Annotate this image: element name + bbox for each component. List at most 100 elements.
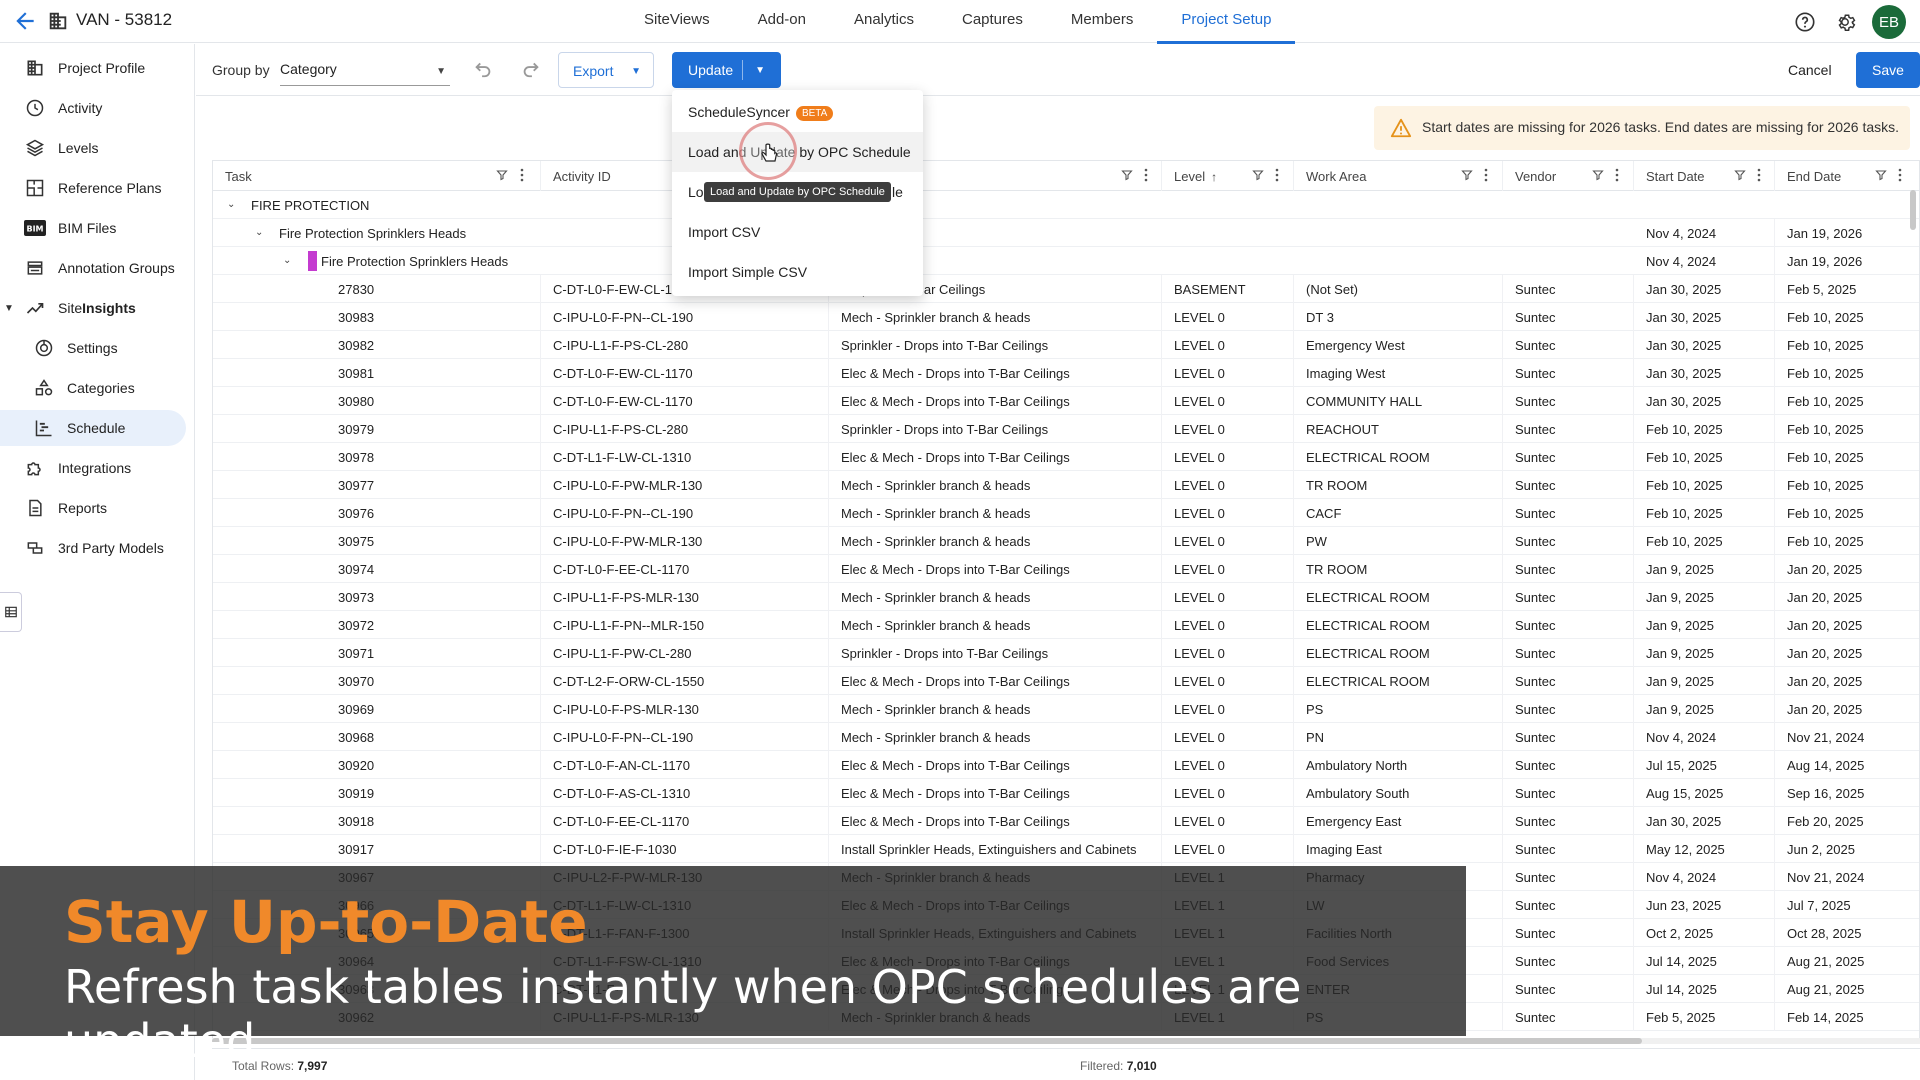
column-menu-icon[interactable] (1897, 168, 1903, 182)
table-row[interactable]: 30982 C-IPU-L1-F-PS-CL-280 Sprinkler - Dro… (213, 331, 1919, 359)
table-row[interactable]: 30976 C-IPU-L0-F-PN--CL-190 Mech - Sprinkl… (213, 499, 1919, 527)
help-icon[interactable] (1792, 9, 1818, 35)
column-header-level[interactable]: Level ↑ (1162, 161, 1294, 191)
vertical-scrollbar[interactable] (1910, 190, 1916, 230)
start-date-cell: Jan 30, 2025 (1634, 275, 1775, 303)
report-icon (24, 497, 46, 519)
start-date-cell: Jan 9, 2025 (1634, 611, 1775, 639)
start-date-cell: Nov 4, 2024 (1634, 247, 1775, 275)
column-menu-icon[interactable] (1483, 168, 1489, 182)
table-row[interactable]: 30920 C-DT-L0-F-AN-CL-1170 Elec & Mech - D… (213, 751, 1919, 779)
column-menu-icon[interactable] (1143, 168, 1149, 182)
menu-item-load-update-opc[interactable]: Load and Update by OPC Schedule (672, 132, 923, 172)
table-row[interactable]: 30971 C-IPU-L1-F-PW-CL-280 Sprinkler - Dro… (213, 639, 1919, 667)
sidebar-item-settings[interactable]: Settings (0, 330, 190, 366)
chevron-down-icon[interactable]: ⌄ (255, 227, 263, 238)
sidebar-item-integrations[interactable]: Integrations (0, 450, 190, 486)
column-menu-icon[interactable] (519, 168, 525, 182)
group-row[interactable]: ⌄ FIRE PROTECTION (213, 191, 1919, 219)
table-row[interactable]: 30977 C-IPU-L0-F-PW-MLR-130 Mech - Sprinkl… (213, 471, 1919, 499)
redo-icon[interactable] (520, 57, 544, 81)
table-row[interactable]: 30978 C-DT-L1-F-LW-CL-1310 Elec & Mech - D… (213, 443, 1919, 471)
sidebar-item-annotation-groups[interactable]: Annotation Groups (0, 250, 190, 286)
table-row[interactable]: 30917 C-DT-L0-F-IE-F-1030 Install Sprinkle… (213, 835, 1919, 863)
table-row[interactable]: 30919 C-DT-L0-F-AS-CL-1310 Elec & Mech - D… (213, 779, 1919, 807)
filter-icon[interactable] (1734, 169, 1746, 181)
table-row[interactable]: 30981 C-DT-L0-F-EW-CL-1170 Elec & Mech - D… (213, 359, 1919, 387)
column-menu-icon[interactable] (1274, 168, 1280, 182)
sidebar-item-reports[interactable]: Reports (0, 490, 190, 526)
sidebar-item-categories[interactable]: Categories (0, 370, 190, 406)
column-header-vendor[interactable]: Vendor (1503, 161, 1634, 191)
table-row[interactable]: 30979 C-IPU-L1-F-PS-CL-280 Sprinkler - Dro… (213, 415, 1919, 443)
sidebar-item-levels[interactable]: Levels (0, 130, 190, 166)
filter-icon[interactable] (1592, 169, 1604, 181)
export-button[interactable]: Export ▼ (558, 52, 654, 88)
table-row[interactable]: 30980 C-DT-L0-F-EW-CL-1170 Elec & Mech - D… (213, 387, 1919, 415)
save-button[interactable]: Save (1856, 52, 1920, 88)
tab-captures[interactable]: Captures (938, 0, 1047, 43)
avatar[interactable]: EB (1872, 5, 1906, 39)
table-row[interactable]: 30975 C-IPU-L0-F-PW-MLR-130 Mech - Sprinkl… (213, 527, 1919, 555)
sidebar-item-schedule[interactable]: Schedule (0, 410, 186, 446)
filter-icon[interactable] (496, 169, 508, 181)
sidebar-item-siteinsights[interactable]: ▼ SiteInsights (0, 290, 190, 326)
menu-item-import-simple-csv[interactable]: Import Simple CSV (672, 252, 923, 292)
column-header-end-date[interactable]: End Date (1775, 161, 1919, 191)
table-toggle-icon[interactable] (0, 592, 22, 632)
sidebar-item-3rd-party-models[interactable]: 3rd Party Models (0, 530, 190, 566)
gear-icon[interactable] (1832, 9, 1858, 35)
tab-analytics[interactable]: Analytics (830, 0, 938, 43)
sidebar-item-label: Reference Plans (58, 180, 162, 196)
sidebar-item-reference-plans[interactable]: Reference Plans (0, 170, 190, 206)
group-row[interactable]: ⌄ Fire Protection Sprinklers Heads Nov 4… (213, 219, 1919, 247)
sidebar-item-project-profile[interactable]: Project Profile (0, 50, 190, 86)
table-row[interactable]: 30918 C-DT-L0-F-EE-CL-1170 Elec & Mech - D… (213, 807, 1919, 835)
task-id-cell: 30973 (213, 583, 541, 611)
end-date-cell: Feb 5, 2025 (1775, 275, 1919, 303)
column-menu-icon[interactable] (1614, 168, 1620, 182)
caret-down-icon[interactable]: ▼ (4, 303, 14, 314)
chevron-down-icon[interactable]: ⌄ (227, 199, 235, 210)
filter-icon[interactable] (1252, 169, 1264, 181)
level-cell: LEVEL 0 (1162, 779, 1294, 807)
start-date-cell: Jul 15, 2025 (1634, 751, 1775, 779)
table-row[interactable]: 30969 C-IPU-L0-F-PS-MLR-130 Mech - Sprinkl… (213, 695, 1919, 723)
group-by-select[interactable]: Category ▼ (280, 54, 450, 86)
warning-text: Start dates are missing for 2026 tasks. … (1422, 119, 1900, 135)
column-header-start-date[interactable]: Start Date (1634, 161, 1775, 191)
group-row[interactable]: ⌄ Fire Protection Sprinklers Heads Nov 4… (213, 247, 1919, 275)
tab-add-on[interactable]: Add-on (734, 0, 830, 43)
table-row[interactable]: 30974 C-DT-L0-F-EE-CL-1170 Elec & Mech - D… (213, 555, 1919, 583)
layers-icon (24, 137, 46, 159)
column-menu-icon[interactable] (1756, 168, 1762, 182)
sidebar-item-activity[interactable]: Activity (0, 90, 190, 126)
tab-members[interactable]: Members (1047, 0, 1158, 43)
tab-project-setup[interactable]: Project Setup (1157, 0, 1296, 44)
table-row[interactable]: 30973 C-IPU-L1-F-PS-MLR-130 Mech - Sprinkl… (213, 583, 1919, 611)
undo-icon[interactable] (472, 57, 496, 81)
table-row[interactable]: 30983 C-IPU-L0-F-PN--CL-190 Mech - Sprinkl… (213, 303, 1919, 331)
tab-siteviews[interactable]: SiteViews (620, 0, 734, 43)
description-cell: Elec & Mech - Drops into T-Bar Ceilings (829, 807, 1162, 835)
sort-ascending-icon[interactable]: ↑ (1211, 170, 1217, 184)
filter-icon[interactable] (1875, 169, 1887, 181)
cancel-button[interactable]: Cancel (1776, 52, 1840, 88)
update-button[interactable]: Update ▼ (672, 52, 781, 88)
column-header-work-area[interactable]: Work Area (1294, 161, 1503, 191)
menu-item-schedulesyncer[interactable]: ScheduleSyncer BETA (672, 92, 923, 132)
menu-item-import-csv[interactable]: Import CSV (672, 212, 923, 252)
filter-icon[interactable] (1461, 169, 1473, 181)
table-row[interactable]: 27830C-DT-L0-F-EW-CL-1Drops into T-Bar C… (213, 275, 1919, 303)
caret-down-icon[interactable]: ▼ (755, 65, 765, 76)
sidebar-item-label: SiteInsights (58, 300, 136, 316)
table-row[interactable]: 30970 C-DT-L2-F-ORW-CL-1550 Elec & Mech - … (213, 667, 1919, 695)
chevron-down-icon[interactable]: ⌄ (283, 255, 291, 266)
work-area-cell: PS (1294, 695, 1503, 723)
table-row[interactable]: 30968 C-IPU-L0-F-PN--CL-190 Mech - Sprinkl… (213, 723, 1919, 751)
table-row[interactable]: 30972 C-IPU-L1-F-PN--MLR-150 Mech - Sprink… (213, 611, 1919, 639)
sidebar-item-bim-files[interactable]: BIM BIM Files (0, 210, 190, 246)
filter-icon[interactable] (1121, 169, 1133, 181)
back-arrow-icon[interactable] (12, 8, 38, 34)
column-header-task[interactable]: Task (213, 161, 541, 191)
